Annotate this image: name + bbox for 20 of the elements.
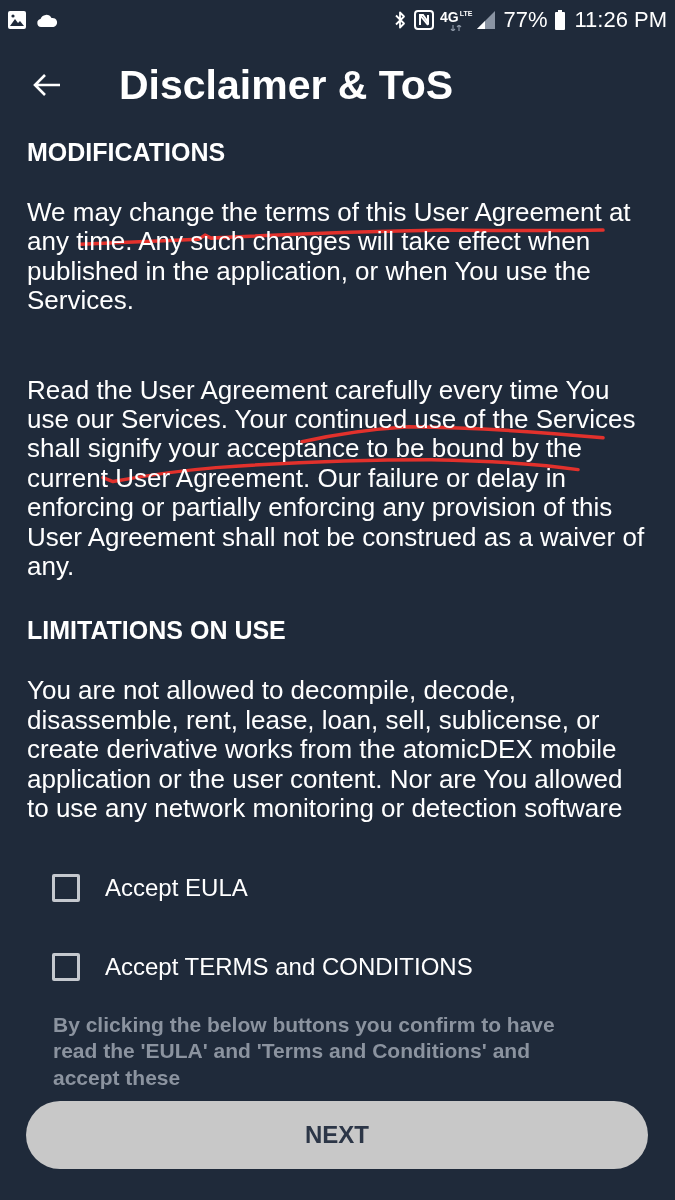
image-icon: [7, 10, 27, 30]
page-title: Disclaimer & ToS: [119, 61, 454, 109]
clock: 11:26 PM: [574, 7, 667, 33]
data-arrows-icon: [450, 24, 463, 31]
back-arrow-icon: [33, 73, 61, 97]
checkbox[interactable]: [52, 952, 80, 981]
cloud-icon: [36, 13, 58, 27]
nfc-icon: [414, 10, 434, 30]
bluetooth-icon: [394, 10, 406, 30]
checkbox-label[interactable]: Accept TERMS and CONDITIONS: [105, 951, 473, 982]
network-type: 4G: [440, 9, 459, 24]
checkbox[interactable]: [52, 873, 80, 902]
checkbox-label[interactable]: Accept EULA: [105, 872, 248, 903]
terms-paragraph: You are not allowed to decompile, decode, disassemble, rent, lease, loan, sell, sublicense, or create derivative works from the atomicDEX mobile application or the user content. Nor are You allowed to use any network monitoring or detection software: [27, 676, 624, 824]
signal-icon: [476, 10, 497, 30]
section-heading: MODIFICATIONS: [27, 137, 227, 167]
section-heading: LIMITATIONS ON USE: [27, 615, 287, 646]
battery-icon: [555, 10, 566, 30]
battery-percent: 77%: [503, 7, 548, 33]
confirmation-note: By clicking the below buttons you confirm to have read the 'EULA' and 'Terms and Conditions' and accept these: [53, 1011, 556, 1091]
